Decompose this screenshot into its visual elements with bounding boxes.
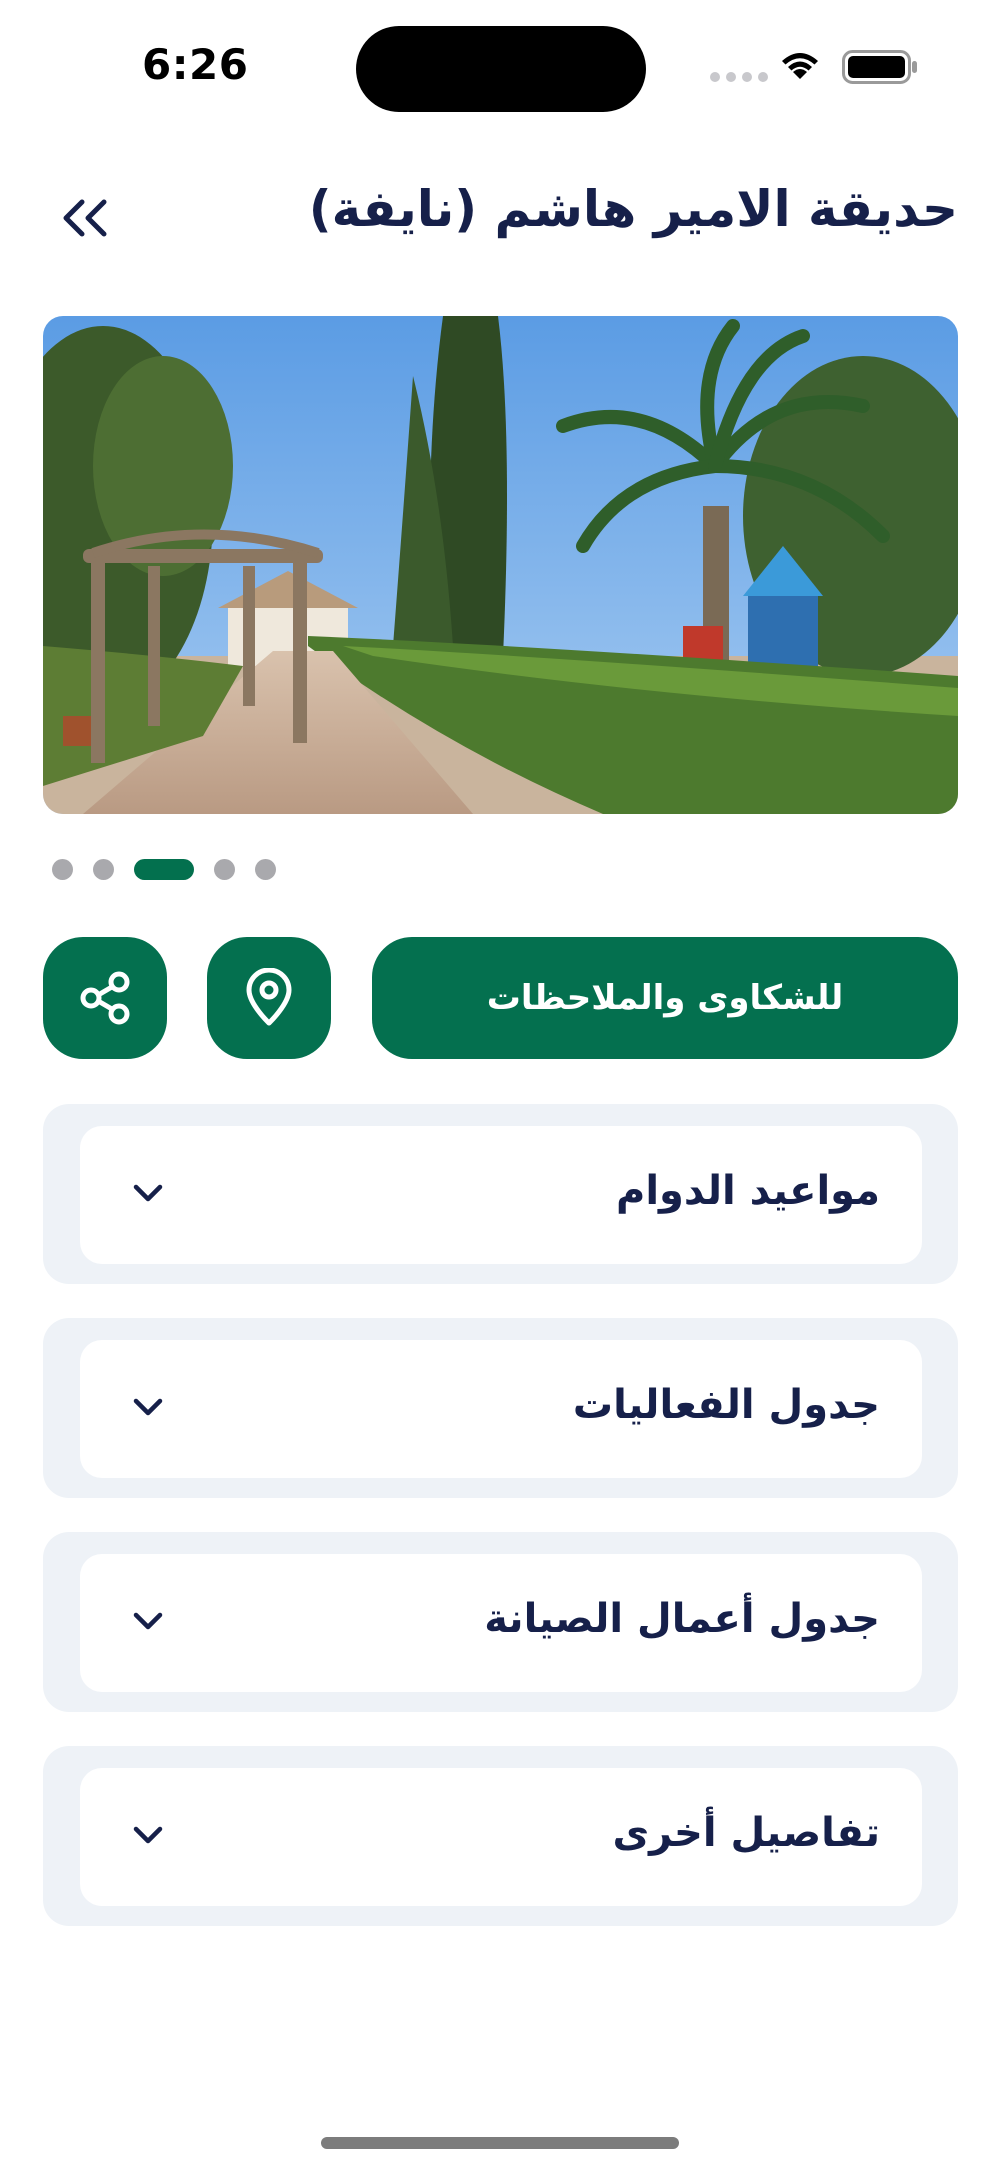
section-events-schedule: جدول الفعاليات <box>43 1318 958 1498</box>
section-other-details-header[interactable]: تفاصيل أخرى <box>80 1768 922 1906</box>
status-bar: 6:26 <box>0 0 1000 120</box>
chevron-down-icon <box>133 1398 163 1416</box>
carousel-dot[interactable] <box>255 858 276 880</box>
back-button[interactable] <box>56 188 116 248</box>
carousel-dot[interactable] <box>93 858 114 880</box>
section-other-details: تفاصيل أخرى <box>43 1746 958 1926</box>
dynamic-island <box>356 26 646 112</box>
section-label: تفاصيل أخرى <box>612 1810 880 1856</box>
double-chevron-left-icon <box>63 199 107 237</box>
section-label: مواعيد الدوام <box>616 1168 880 1214</box>
battery-icon <box>842 50 917 84</box>
status-time: 6:26 <box>142 40 249 89</box>
share-icon <box>80 971 130 1025</box>
section-events-schedule-header[interactable]: جدول الفعاليات <box>80 1340 922 1478</box>
wifi-icon <box>782 53 818 79</box>
carousel-dot-active[interactable] <box>134 858 194 880</box>
share-button[interactable] <box>43 937 167 1059</box>
page-title: حديقة الامير هاشم (نايفة) <box>308 180 958 238</box>
section-working-hours-header[interactable]: مواعيد الدوام <box>80 1126 922 1264</box>
section-label: جدول أعمال الصيانة <box>484 1596 880 1642</box>
section-maintenance-schedule: جدول أعمال الصيانة <box>43 1532 958 1712</box>
section-working-hours: مواعيد الدوام <box>43 1104 958 1284</box>
complaints-feedback-button[interactable]: للشكاوى والملاحظات <box>372 937 958 1059</box>
section-label: جدول الفعاليات <box>572 1382 880 1428</box>
carousel-pagination <box>52 858 276 880</box>
location-button[interactable] <box>207 937 331 1059</box>
section-maintenance-schedule-header[interactable]: جدول أعمال الصيانة <box>80 1554 922 1692</box>
header: حديقة الامير هاشم (نايفة) <box>0 180 1000 260</box>
cellular-signal-icon <box>710 72 768 82</box>
chevron-down-icon <box>133 1612 163 1630</box>
park-photo <box>43 316 958 814</box>
park-photo-carousel[interactable] <box>43 316 958 814</box>
carousel-dot[interactable] <box>214 858 235 880</box>
home-indicator[interactable] <box>321 2137 679 2149</box>
chevron-down-icon <box>133 1826 163 1844</box>
carousel-dot[interactable] <box>52 858 73 880</box>
chevron-down-icon <box>133 1184 163 1202</box>
map-pin-icon <box>246 968 292 1026</box>
